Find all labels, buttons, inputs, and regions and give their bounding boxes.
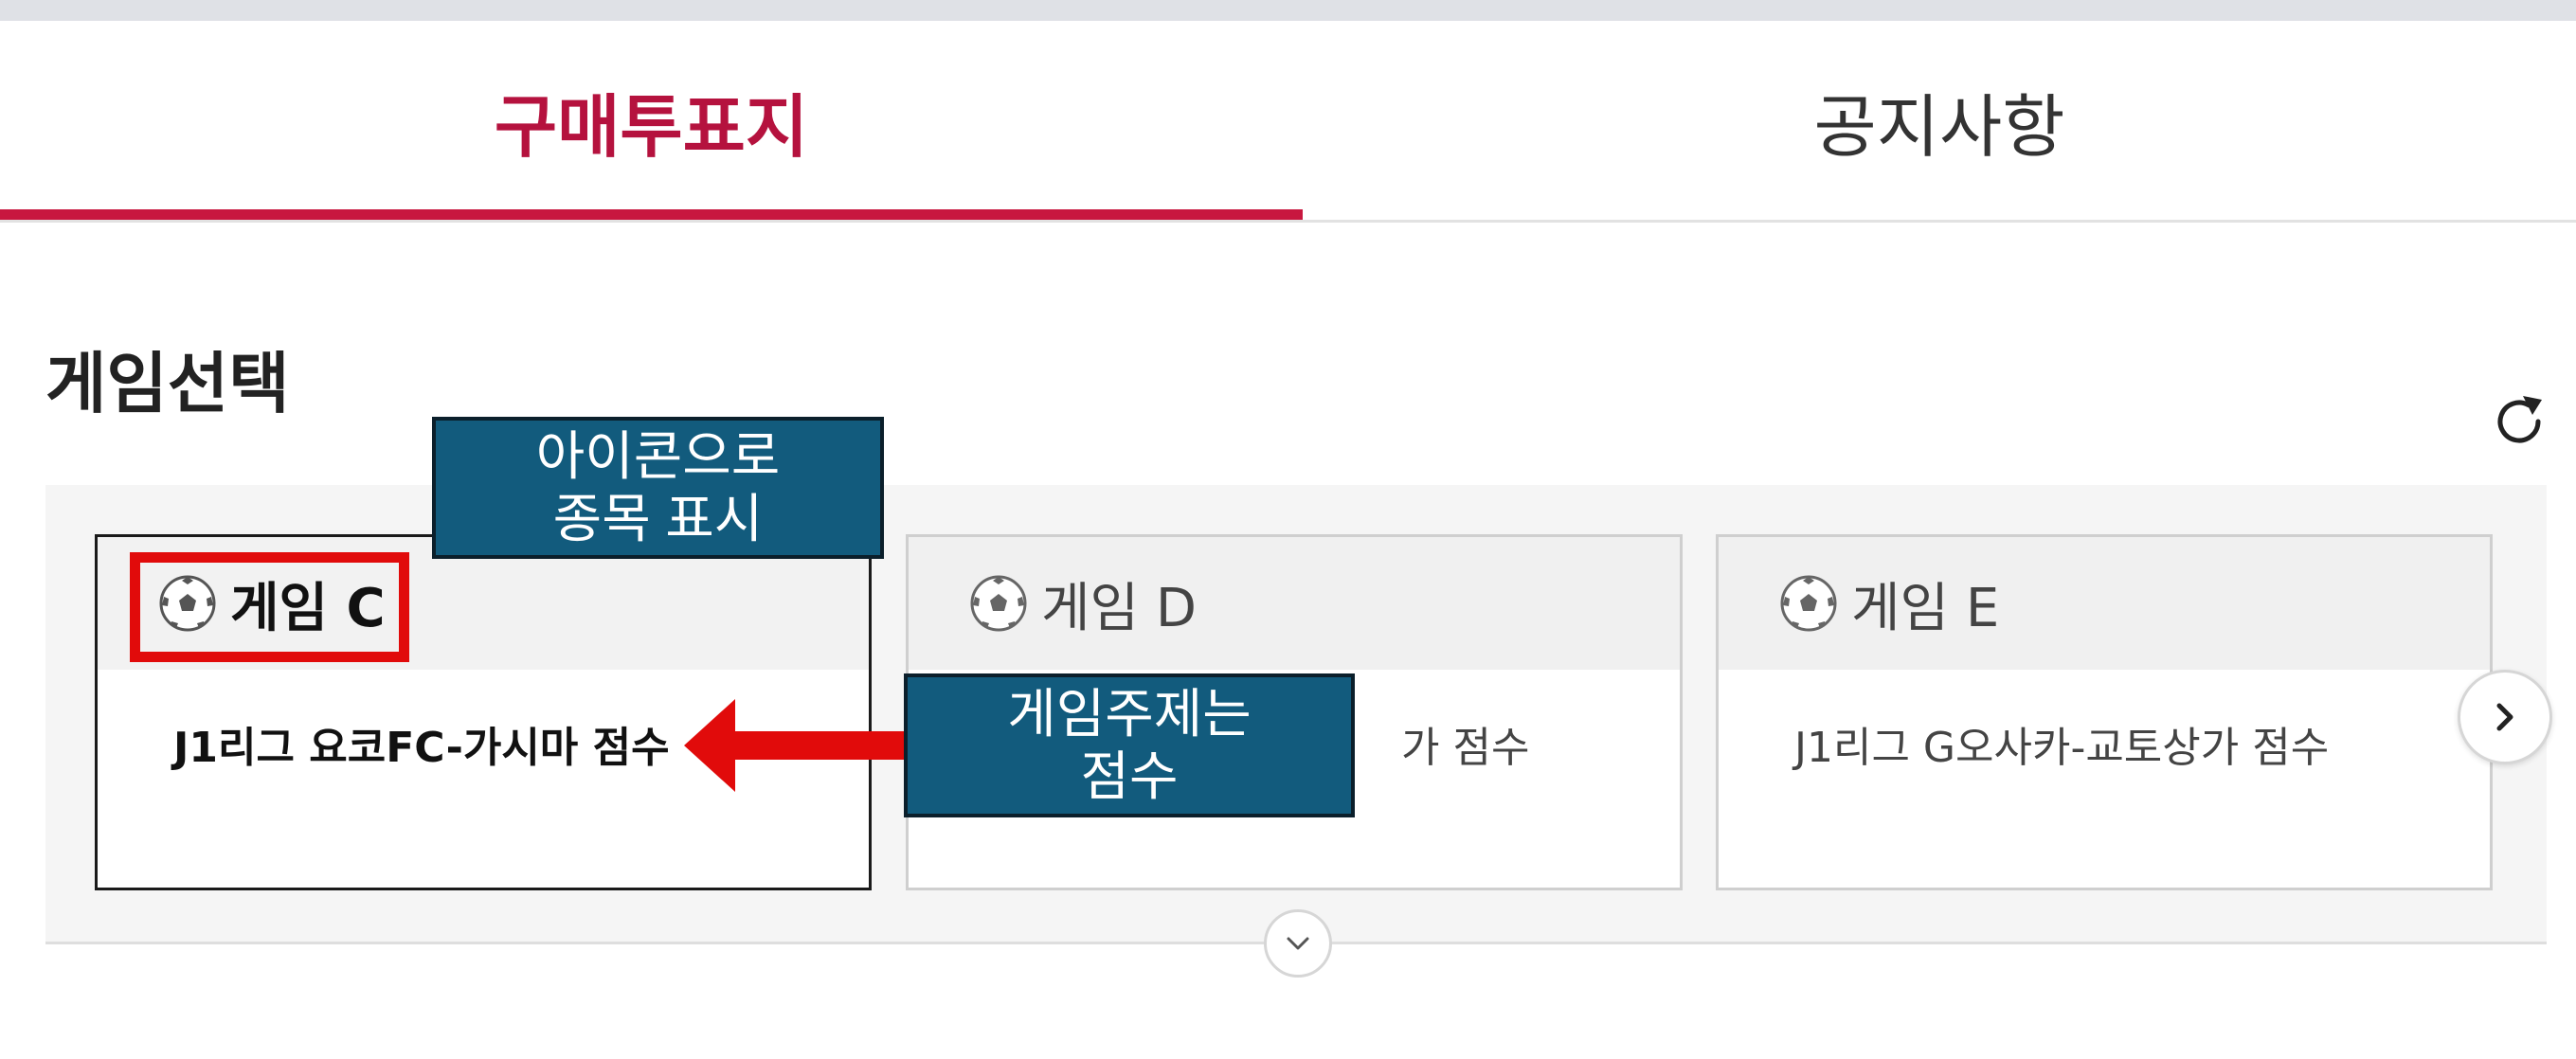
tab-purchase-label: 구매투표지	[494, 86, 809, 167]
tab-divider	[0, 220, 2576, 223]
game-card-name: 게임 E	[1851, 577, 2000, 639]
game-card-header: 게임 E	[1719, 537, 2490, 670]
soccer-ball-icon	[970, 575, 1027, 632]
tab-notice-label: 공지사항	[1813, 86, 2065, 167]
icon-callout-line-1: 아이콘으로	[535, 426, 781, 486]
game-card-e[interactable]: 게임 E J1리그 G오사카-교토상가 점수	[1716, 534, 2493, 890]
game-card-name: 게임 D	[1041, 577, 1197, 639]
sport-icon-highlight	[130, 552, 409, 662]
next-games-button[interactable]	[2458, 670, 2552, 764]
topic-callout: 게임주제는 점수	[904, 673, 1355, 817]
soccer-ball-icon	[1780, 575, 1837, 632]
tab-notice[interactable]: 공지사항	[1303, 21, 2576, 220]
tab-purchase-slip[interactable]: 구매투표지	[0, 21, 1303, 220]
pointer-arrow	[684, 699, 910, 792]
topic-callout-line-2: 점수	[1080, 746, 1179, 806]
icon-callout: 아이콘으로 종목 표시	[432, 417, 884, 559]
game-card-topic: 가 점수	[1401, 724, 1530, 772]
top-strip	[0, 0, 2576, 21]
game-card-topic: J1리그 요코FC-가시마 점수	[173, 724, 670, 772]
game-card-header: 게임 D	[909, 537, 1680, 670]
topic-callout-line-1: 게임주제는	[1007, 684, 1252, 744]
icon-callout-line-2: 종목 표시	[552, 489, 764, 548]
tab-active-indicator	[0, 209, 1303, 220]
chevron-down-icon	[1287, 937, 1309, 950]
section-title: 게임선택	[45, 345, 290, 422]
chevron-right-icon	[2496, 703, 2513, 731]
expand-games-button[interactable]	[1264, 909, 1332, 978]
refresh-icon[interactable]	[2489, 390, 2551, 453]
game-card-topic: J1리그 G오사카-교토상가 점수	[1794, 724, 2330, 772]
